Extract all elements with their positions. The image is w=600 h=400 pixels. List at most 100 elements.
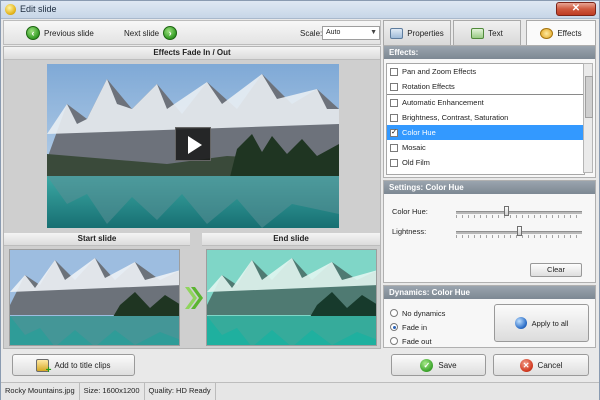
end-slide-image [207,250,376,345]
effects-section: Effects: Pan and Zoom Effects Rotation E… [383,45,596,178]
radio-label: Fade in [402,322,428,332]
slide-toolbar: ‹ Previous slide Next slide › Scale: Aut… [3,20,381,45]
dynamics-section: Dynamics: Color Hue No dynamics Fade in … [383,285,596,348]
save-button[interactable]: ✓ Save [391,354,486,376]
effect-label: Pan and Zoom Effects [402,67,477,76]
radio-label: Fade out [402,336,432,346]
main-preview-image[interactable] [47,64,339,228]
arrow-left-icon: ‹ [26,26,40,40]
cancel-button[interactable]: ✕ Cancel [493,354,589,376]
play-icon [188,136,202,154]
add-clip-icon [36,358,51,376]
window-title: Edit slide [20,4,57,14]
app-icon [5,4,16,15]
start-slide-image [10,250,179,345]
start-slide-thumbnail[interactable] [9,249,180,346]
scrollbar-thumb[interactable] [585,76,593,118]
effect-label: Brightness, Contrast, Saturation [402,113,509,122]
effect-item-color-hue[interactable]: ✓ Color Hue [387,125,584,140]
settings-section: Settings: Color Hue Color Hue: Lightness… [383,180,596,283]
effects-header: Effects: [384,46,595,59]
effect-item-pan-zoom[interactable]: Pan and Zoom Effects [387,64,584,79]
lightness-slider[interactable] [517,226,522,236]
radio-button[interactable] [390,309,398,317]
previous-slide-label: Previous slide [44,28,94,38]
globe-icon [514,317,527,329]
status-size: Size: 1600x1200 [80,383,145,400]
color-hue-track[interactable] [456,211,582,214]
effect-label: Old Film [402,158,430,167]
cancel-label: Cancel [537,360,563,370]
preview-area: Effects Fade In / Out Start slide End sl [3,46,381,349]
scale-dropdown[interactable]: Auto ▼ [322,26,380,40]
start-slide-header: Start slide [4,233,190,246]
effect-item-brightness[interactable]: Brightness, Contrast, Saturation [387,110,584,125]
edit-slide-window: Edit slide ✕ ‹ Previous slide Next slide… [0,0,600,400]
status-filename: Rocky Mountains.jpg [1,383,80,400]
effect-checkbox[interactable] [390,158,398,167]
play-button[interactable] [175,127,211,161]
effect-label: Automatic Enhancement [402,98,484,107]
effect-item-auto-enhancement[interactable]: Automatic Enhancement [387,94,584,110]
status-quality: Quality: HD Ready [145,383,216,400]
effects-scrollbar[interactable] [583,63,593,173]
properties-icon [390,27,404,39]
tab-properties[interactable]: Properties [383,20,451,45]
status-bar: Rocky Mountains.jpg Size: 1600x1200 Qual… [1,382,599,400]
checkmark-icon: ✓ [420,358,434,372]
apply-to-all-button[interactable]: Apply to all [494,304,589,342]
tab-effects-label: Effects [557,29,582,38]
effect-checkbox[interactable] [390,143,398,152]
dynamics-header: Dynamics: Color Hue [384,286,595,299]
color-hue-slider[interactable] [504,206,510,216]
radio-label: No dynamics [402,308,446,318]
radio-fade-in[interactable]: Fade in [390,321,427,333]
scale-value: Auto [326,29,341,36]
color-hue-ticks [456,215,582,218]
settings-header: Settings: Color Hue [384,181,595,194]
transition-arrow-icon [185,287,203,309]
effect-checkbox[interactable]: ✓ [390,128,398,137]
effect-item-rotation[interactable]: Rotation Effects [387,79,584,94]
effect-label: Mosaic [402,143,426,152]
chevron-down-icon: ▼ [370,29,377,36]
tab-effects[interactable]: Effects [526,20,596,46]
lightness-row: Lightness: [384,225,593,239]
add-to-title-clips-label: Add to title clips [54,360,111,370]
tab-text-label: Text [488,28,503,38]
arrow-right-icon: › [163,26,178,40]
add-to-title-clips-button[interactable]: Add to title clips [12,354,135,376]
effect-checkbox[interactable] [390,98,398,107]
radio-button[interactable] [390,323,398,331]
effect-label: Color Hue [402,128,436,137]
end-slide-thumbnail[interactable] [206,249,377,346]
save-label: Save [438,360,457,370]
text-icon [471,27,485,39]
end-slide-header: End slide [202,233,380,246]
previous-slide-button[interactable]: ‹ Previous slide [26,25,94,41]
effect-item-old-film[interactable]: Old Film [387,155,584,170]
title-bar: Edit slide ✕ [1,1,599,19]
effects-list: Pan and Zoom Effects Rotation Effects Au… [386,63,585,175]
effect-checkbox[interactable] [390,67,398,76]
preview-header: Effects Fade In / Out [4,47,380,60]
close-icon: ✕ [519,358,533,372]
lightness-label: Lightness: [392,227,427,236]
next-slide-button[interactable]: Next slide › [124,25,178,41]
effect-item-mosaic[interactable]: Mosaic [387,140,584,155]
next-slide-label: Next slide [124,28,160,38]
radio-fade-out[interactable]: Fade out [390,335,432,347]
tab-properties-label: Properties [407,28,444,38]
right-panel: Properties Text Effects Effects: Pan and… [383,20,596,350]
close-button[interactable]: ✕ [556,2,596,16]
effect-label: Rotation Effects [402,82,455,91]
tab-text[interactable]: Text [453,20,521,45]
color-hue-row: Color Hue: [384,205,593,219]
clear-button[interactable]: Clear [530,263,582,277]
radio-button[interactable] [390,337,398,345]
effect-checkbox[interactable] [390,82,398,91]
scale-label: Scale: [300,29,323,38]
color-hue-label: Color Hue: [392,207,428,216]
radio-no-dynamics[interactable]: No dynamics [390,307,445,319]
effect-checkbox[interactable] [390,113,398,122]
